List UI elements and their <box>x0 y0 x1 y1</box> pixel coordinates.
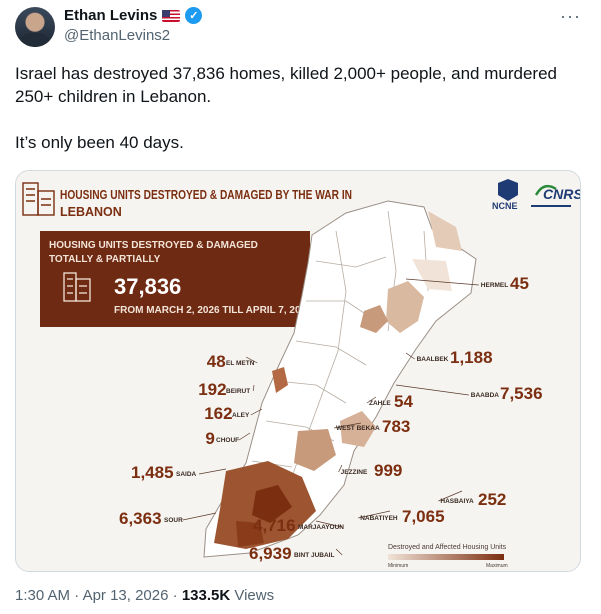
author-name-row[interactable]: Ethan Levins ✓ <box>64 7 203 24</box>
views-label: Views <box>234 587 275 604</box>
district-name: BINT JUBAIL <box>294 552 334 559</box>
period-text: FROM MARCH 2, 2026 TILL APRIL 7, 2026 <box>114 305 312 316</box>
district-value: 7,536 <box>500 384 543 403</box>
meta-separator: · <box>172 587 178 604</box>
tweet-text: Israel has destroyed 37,836 homes, kille… <box>15 64 557 152</box>
author-handle[interactable]: @EthanLevins2 <box>64 27 170 44</box>
verified-badge-icon: ✓ <box>185 7 203 24</box>
district-name: SAIDA <box>176 471 197 478</box>
tweet-date[interactable]: Apr 13, 2026 <box>83 587 169 604</box>
tweet-meta: 1:30 AM · Apr 13, 2026 · 133.5K Views <box>15 587 274 604</box>
district-value: 6,363 <box>119 509 162 528</box>
district-value: 252 <box>478 490 506 509</box>
district-value: 999 <box>374 461 402 480</box>
district-name: BEIRUT <box>226 388 250 395</box>
district-name: ZAHLE <box>369 400 391 407</box>
district-name: CHOUF <box>216 437 239 444</box>
svg-text:CNRS: CNRS <box>543 186 580 202</box>
district-name: JEZZINE <box>341 469 368 476</box>
more-options-icon[interactable]: ··· <box>560 6 581 27</box>
district-name: NABATIYEH <box>360 515 398 522</box>
legend-max: Maximum <box>486 563 508 569</box>
district-value: 1,188 <box>450 348 493 367</box>
tweet-image[interactable]: HOUSING UNITS DESTROYED & DAMAGED BY THE… <box>15 170 581 572</box>
district-value: 9 <box>205 429 214 448</box>
district-value: 54 <box>394 392 413 411</box>
avatar-suit <box>21 33 49 47</box>
district-name: HASBAIYA <box>440 498 474 505</box>
district-name: HERMEL <box>481 282 508 289</box>
total-count: 37,836 <box>114 274 181 299</box>
avatar[interactable] <box>15 7 55 47</box>
infographic-title-line2: LEBANON <box>60 205 122 219</box>
district-value: 783 <box>382 417 410 436</box>
tweet-time[interactable]: 1:30 AM <box>15 587 70 604</box>
district-value: 48 <box>207 352 226 371</box>
district-name: ALEY <box>232 412 250 419</box>
us-flag-icon <box>162 9 181 22</box>
district-value: 45 <box>510 274 529 293</box>
district-name: MARJAAYOUN <box>298 524 344 531</box>
district-name: SOUR <box>164 517 183 524</box>
view-count: 133.5K <box>181 587 231 604</box>
legend-min: Minimum <box>388 563 408 569</box>
infographic-title-line1: HOUSING UNITS DESTROYED & DAMAGED BY THE… <box>60 188 352 202</box>
author-name[interactable]: Ethan Levins <box>64 7 157 24</box>
district-name: EL METN <box>226 360 255 367</box>
district-value: 4,716 <box>253 516 296 535</box>
district-value: 1,485 <box>131 463 174 482</box>
legend-title: Destroyed and Affected Housing Units <box>388 544 507 551</box>
legend-gradient <box>388 554 504 560</box>
district-name: WEST BEKAA <box>336 425 380 432</box>
district-value: 162 <box>204 404 232 423</box>
district-value: 7,065 <box>402 507 445 526</box>
svg-text:NCNE: NCNE <box>492 201 518 211</box>
meta-separator: · <box>74 587 80 604</box>
district-name: BAABDA <box>471 392 499 399</box>
district-value: 6,939 <box>249 544 292 563</box>
district-name: BAALBEK <box>417 356 449 363</box>
banner-line2: TOTALLY & PARTIALLY <box>49 254 161 265</box>
district-value: 192 <box>198 380 226 399</box>
infographic: HOUSING UNITS DESTROYED & DAMAGED BY THE… <box>16 171 580 571</box>
banner-line1: HOUSING UNITS DESTROYED & DAMAGED <box>49 240 258 251</box>
